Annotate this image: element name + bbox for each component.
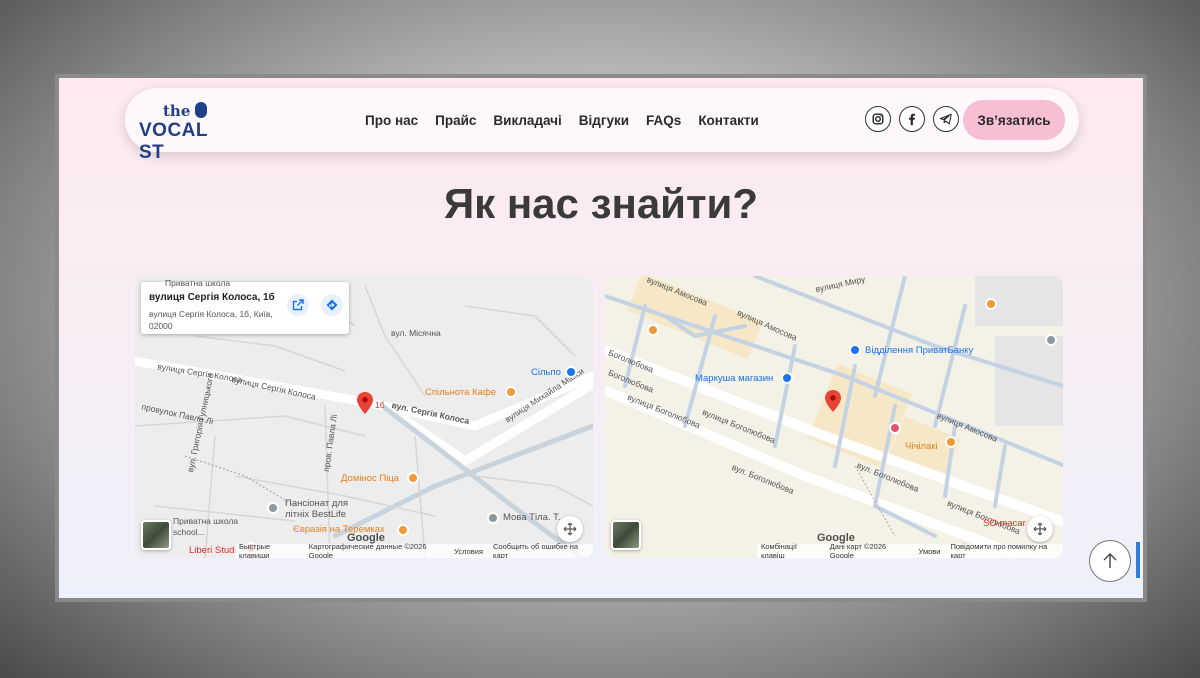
map-attribution: Комбінації клавіш Дані карт ©2026 Google…: [757, 542, 1063, 558]
map-label: Приватна школа: [173, 516, 239, 526]
main-nav: Про нас Прайс Викладачі Відгуки FAQs Кон…: [365, 88, 759, 152]
pizza-icon[interactable]: [407, 472, 419, 484]
facebook-icon[interactable]: [899, 106, 925, 132]
fullscreen-icon[interactable]: [1027, 516, 1053, 542]
nav-about[interactable]: Про нас: [365, 113, 418, 128]
place-icon[interactable]: [487, 512, 499, 524]
place-address: вулиця Сергія Колоса, 1б, Київ, 02000: [149, 309, 273, 331]
instagram-icon[interactable]: [865, 106, 891, 132]
contact-button[interactable]: Зв’язатись: [963, 100, 1065, 140]
terms-link[interactable]: Условия: [454, 547, 483, 556]
site-header: the VOCAL ST Про нас Прайс Викладачі Від…: [125, 88, 1079, 163]
logo[interactable]: the VOCAL ST: [139, 100, 231, 163]
place-info-card: вулиця Сергія Колоса, 1б вулиця Сергія К…: [141, 282, 349, 334]
keyboard-shortcuts-link[interactable]: Комбінації клавіш: [761, 542, 820, 558]
satellite-toggle[interactable]: [611, 520, 641, 550]
location-pin-icon[interactable]: [825, 390, 841, 412]
nav-contacts[interactable]: Контакти: [698, 113, 758, 128]
map-label: Приватна школа: [165, 278, 231, 288]
shop-icon[interactable]: [781, 372, 793, 384]
poi-markusha[interactable]: Маркуша магазин: [695, 373, 773, 384]
restaurant-icon[interactable]: [985, 298, 997, 310]
map-label: 1б: [375, 400, 385, 410]
poi-pansionat[interactable]: Пансіонат для літніх BestLife: [285, 498, 365, 520]
logo-brand: VOCAL ST: [139, 120, 208, 163]
poi-mova[interactable]: Мова Тіла. Т...: [503, 512, 566, 523]
report-error-link[interactable]: Повідомити про помилку на карт: [950, 542, 1059, 558]
bank-icon[interactable]: [849, 344, 861, 356]
shopping-cart-icon[interactable]: [565, 366, 577, 378]
poi-liberi[interactable]: Liberi Studi: [189, 545, 237, 556]
fullscreen-icon[interactable]: [557, 516, 583, 542]
poi-spilnota[interactable]: Спільнота Кафе: [425, 387, 496, 398]
map-boholiubova[interactable]: вулиця Амосова вулиця Миру вулиця Амосов…: [605, 276, 1063, 558]
map-data-text: Дані карт ©2026 Google: [829, 542, 887, 558]
restaurant-icon[interactable]: [945, 436, 957, 448]
location-pin-icon[interactable]: [357, 392, 373, 414]
scrollbar[interactable]: [1136, 542, 1140, 578]
microphone-icon: [195, 102, 207, 118]
cafe-icon[interactable]: [505, 386, 517, 398]
map-label: school...: [173, 527, 205, 537]
poi-dominos[interactable]: Домінос Піца: [341, 473, 399, 484]
keyboard-shortcuts-link[interactable]: Быстрые клавиши: [239, 542, 299, 558]
terms-link[interactable]: Умови: [919, 547, 941, 556]
nav-teachers[interactable]: Викладачі: [493, 113, 561, 128]
report-error-link[interactable]: Сообщить об ошибке на карт: [493, 542, 589, 558]
browser-frame: the VOCAL ST Про нас Прайс Викладачі Від…: [55, 74, 1147, 602]
restaurant-icon[interactable]: [397, 524, 409, 536]
map-teremky[interactable]: вулиця Сергія Колоса, 1б вулиця Сергія К…: [135, 276, 593, 558]
poi-silpo[interactable]: Сільпо: [531, 367, 561, 378]
satellite-toggle[interactable]: [141, 520, 171, 550]
logo-the: the: [163, 102, 191, 120]
poi-chichilaki[interactable]: Чічілакі: [905, 441, 938, 452]
map-data-text: Картографические данные ©2026 Google: [308, 542, 427, 558]
telegram-icon[interactable]: [933, 106, 959, 132]
directions-icon[interactable]: [321, 294, 343, 316]
nav-reviews[interactable]: Відгуки: [579, 113, 629, 128]
arrow-up-icon: [1103, 553, 1117, 568]
scroll-to-top-button[interactable]: [1089, 540, 1131, 582]
hospital-icon[interactable]: [889, 422, 901, 434]
page: the VOCAL ST Про нас Прайс Викладачі Від…: [59, 78, 1143, 598]
restaurant-icon[interactable]: [647, 324, 659, 336]
map-label: вул. Місячна: [391, 328, 441, 338]
open-in-maps-icon[interactable]: [287, 294, 309, 316]
poi-privatbank[interactable]: Відділення ПриватБанку: [865, 345, 973, 356]
poi-so-macar[interactable]: SO macar: [983, 518, 1026, 529]
page-title: Як нас знайти?: [443, 180, 759, 227]
place-icon[interactable]: [267, 502, 279, 514]
nav-faqs[interactable]: FAQs: [646, 113, 681, 128]
nav-price[interactable]: Прайс: [435, 113, 476, 128]
place-icon[interactable]: [1045, 334, 1057, 346]
place-title: вулиця Сергія Колоса, 1б: [149, 292, 275, 303]
map-attribution: Быстрые клавиши Картографические данные …: [235, 542, 593, 558]
